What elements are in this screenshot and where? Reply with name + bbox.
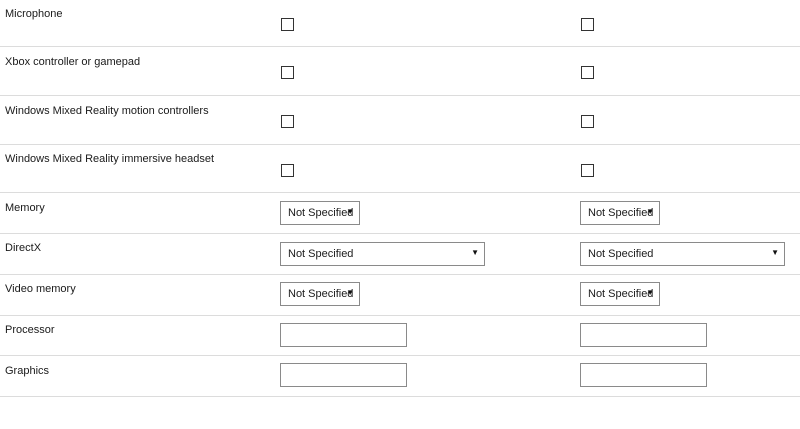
- video-memory-select-left[interactable]: Not Specified ▼: [280, 282, 360, 306]
- memory-select-right[interactable]: Not Specified ▼: [580, 201, 660, 225]
- memory-select-left[interactable]: Not Specified ▼: [280, 201, 360, 225]
- row-label: Xbox controller or gamepad: [5, 56, 141, 68]
- row-microphone: Microphone: [0, 0, 800, 47]
- select-value: Not Specified: [288, 288, 354, 300]
- row-label: Windows Mixed Reality immersive headset: [5, 153, 215, 165]
- row-memory: Memory Not Specified ▼ Not Specified ▼: [0, 193, 800, 234]
- select-value: Not Specified: [288, 207, 354, 219]
- caret-down-icon: ▼: [346, 207, 354, 216]
- row-label: Memory: [5, 202, 45, 214]
- caret-down-icon: ▼: [346, 288, 354, 297]
- microphone-checkbox-right[interactable]: [581, 18, 594, 31]
- row-label: Video memory: [5, 283, 76, 295]
- wmr-motion-controllers-checkbox-right[interactable]: [581, 115, 594, 128]
- row-label: Processor: [5, 324, 55, 336]
- caret-down-icon: ▼: [646, 207, 654, 216]
- graphics-input-right[interactable]: [580, 363, 707, 387]
- row-wmr-motion-controllers: Windows Mixed Reality motion controllers: [0, 96, 800, 145]
- wmr-motion-controllers-checkbox-left[interactable]: [281, 115, 294, 128]
- select-value: Not Specified: [288, 248, 354, 260]
- wmr-headset-checkbox-left[interactable]: [281, 164, 294, 177]
- select-value: Not Specified: [588, 248, 654, 260]
- row-label: DirectX: [5, 242, 42, 254]
- row-graphics: Graphics: [0, 356, 800, 397]
- xbox-controller-checkbox-right[interactable]: [581, 66, 594, 79]
- video-memory-select-right[interactable]: Not Specified ▼: [580, 282, 660, 306]
- caret-down-icon: ▼: [646, 288, 654, 297]
- row-xbox-controller: Xbox controller or gamepad: [0, 47, 800, 96]
- row-video-memory: Video memory Not Specified ▼ Not Specifi…: [0, 275, 800, 316]
- graphics-input-left[interactable]: [280, 363, 407, 387]
- select-value: Not Specified: [588, 288, 654, 300]
- row-wmr-immersive-headset: Windows Mixed Reality immersive headset: [0, 145, 800, 193]
- processor-input-right[interactable]: [580, 323, 707, 347]
- select-value: Not Specified: [588, 207, 654, 219]
- microphone-checkbox-left[interactable]: [281, 18, 294, 31]
- row-label: Microphone: [5, 8, 63, 20]
- xbox-controller-checkbox-left[interactable]: [281, 66, 294, 79]
- row-label: Graphics: [5, 365, 50, 377]
- directx-select-right[interactable]: Not Specified ▼: [580, 242, 785, 266]
- wmr-headset-checkbox-right[interactable]: [581, 164, 594, 177]
- row-label: Windows Mixed Reality motion controllers: [5, 105, 209, 117]
- caret-down-icon: ▼: [471, 248, 479, 257]
- processor-input-left[interactable]: [280, 323, 407, 347]
- row-directx: DirectX Not Specified ▼ Not Specified ▼: [0, 234, 800, 275]
- directx-select-left[interactable]: Not Specified ▼: [280, 242, 485, 266]
- row-processor: Processor: [0, 316, 800, 356]
- caret-down-icon: ▼: [771, 248, 779, 257]
